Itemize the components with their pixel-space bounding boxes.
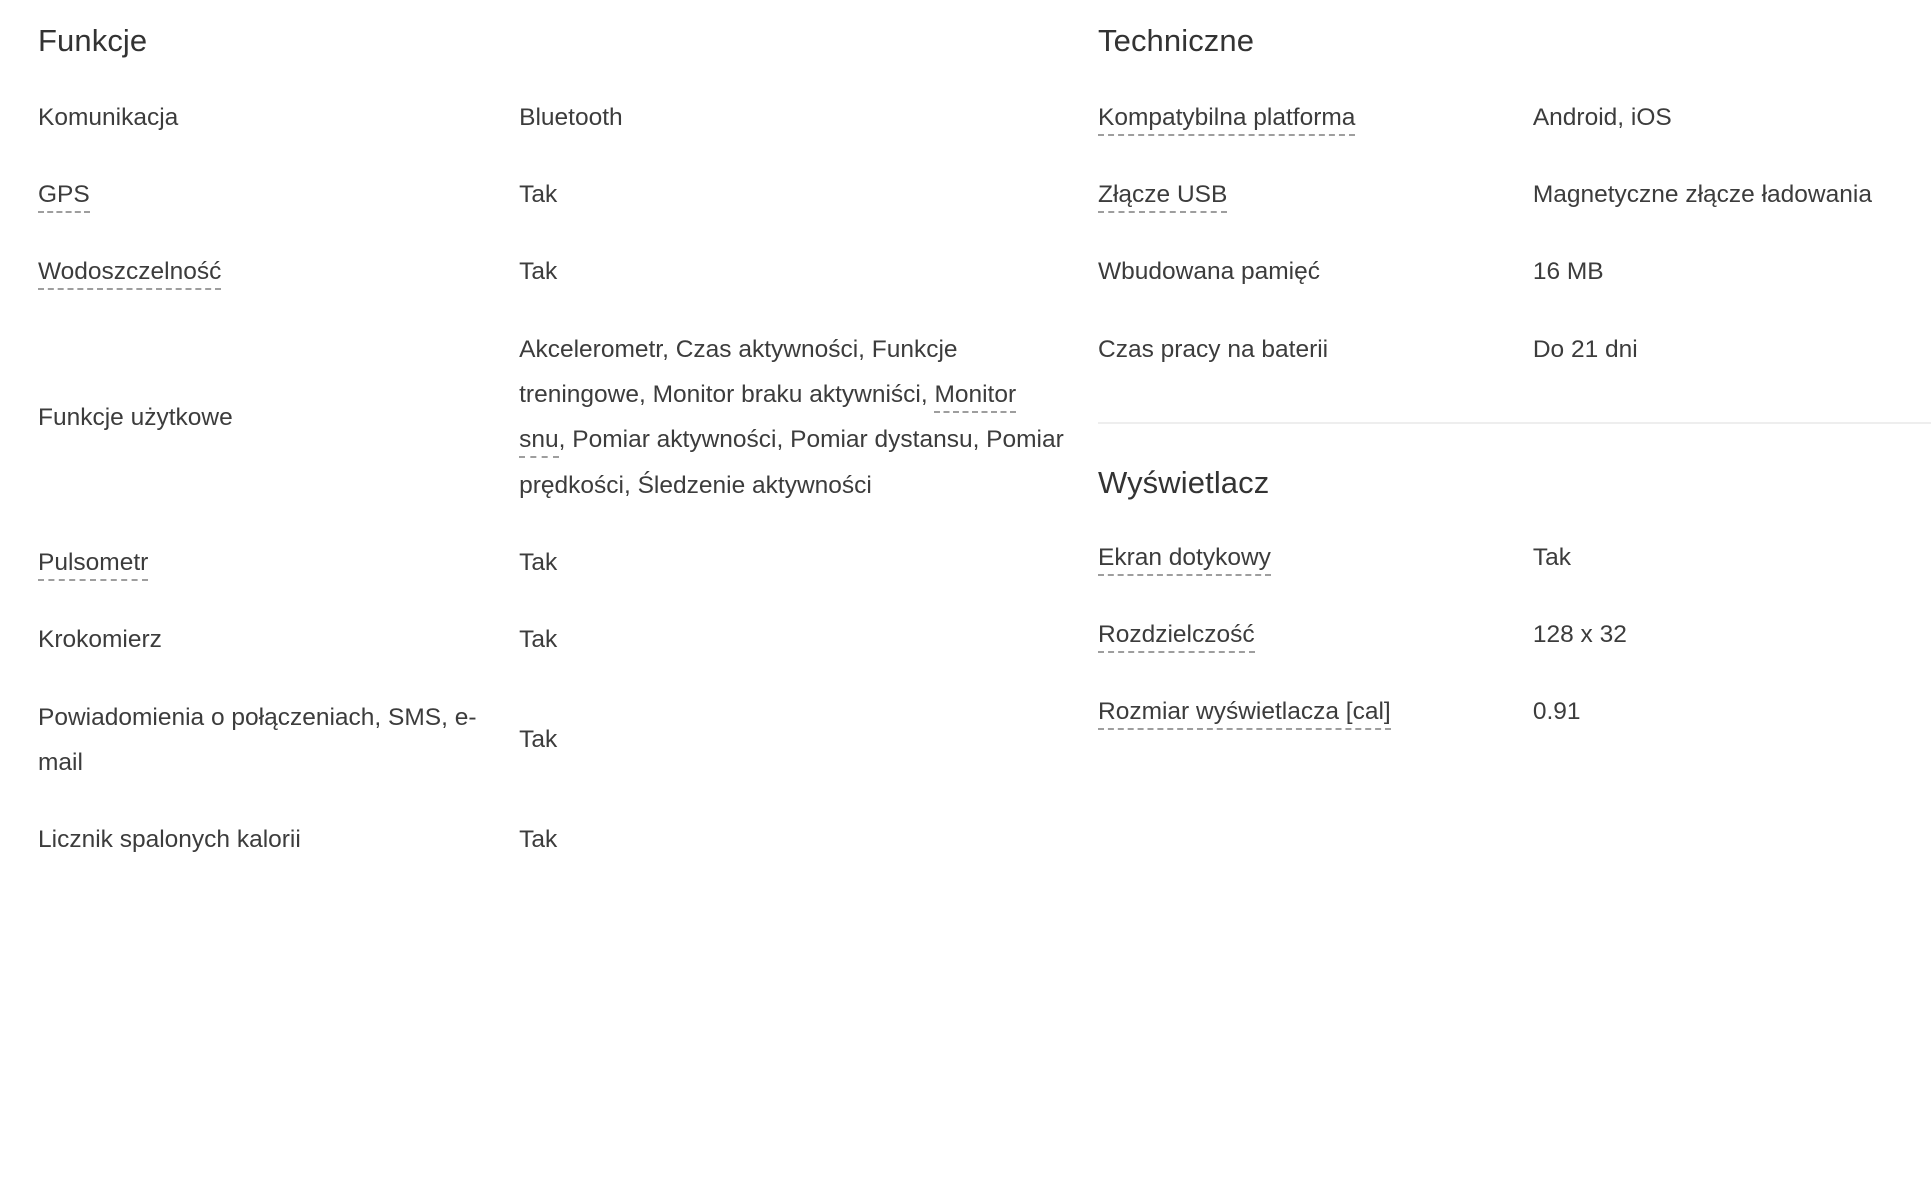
spec-value-cell: Tak — [519, 524, 1068, 601]
spec-value-wodoszczelnosc: Tak — [519, 258, 558, 286]
table-row: Powiadomienia o połączeniach, SMS, e-mai… — [38, 679, 1068, 802]
spec-label-cell: Kompatybilna platforma — [1098, 91, 1533, 156]
spec-value-cell: 0.91 — [1533, 673, 1931, 750]
section-divider — [1098, 422, 1931, 424]
spec-label-zlacze-usb[interactable]: Złącze USB — [1098, 181, 1228, 214]
spec-value-funkcje-uzytkowe: Akcelerometr, Czas aktywności, Funkcje t… — [519, 327, 1068, 508]
spec-label-ekran-dotykowy[interactable]: Ekran dotykowy — [1098, 543, 1271, 576]
specifications-container: Funkcje Komunikacja Bluetooth GPS Tak Wo… — [0, 0, 1931, 879]
spec-label-krokomierz: Krokomierz — [38, 626, 162, 654]
features-spec-body: Komunikacja Bluetooth GPS Tak Wodoszczel… — [38, 91, 1068, 879]
spec-value-kompatybilna-platforma: Android, iOS — [1532, 103, 1672, 131]
table-row: Ekran dotykowy Tak — [1098, 531, 1931, 596]
spec-label-pulsometr[interactable]: Pulsometr — [38, 548, 149, 581]
spec-label-cell: Komunikacja — [38, 91, 519, 156]
spec-value-cell: Android, iOS — [1533, 91, 1931, 156]
table-row: Komunikacja Bluetooth — [38, 91, 1068, 156]
spec-label-cell: Złącze USB — [1098, 156, 1533, 233]
spec-label-gps[interactable]: GPS — [38, 181, 90, 214]
table-row: Wodoszczelność Tak — [38, 233, 1068, 310]
spec-label-cell: Funkcje użytkowe — [38, 311, 519, 524]
spec-value-cell: Tak — [519, 601, 1068, 678]
spec-value-komunikacja: Bluetooth — [519, 103, 623, 131]
spec-label-czas-pracy-baterii: Czas pracy na baterii — [1098, 335, 1329, 363]
spec-label-cell: Pulsometr — [38, 524, 519, 601]
spec-value-rozdzielczosc: 128 x 32 — [1532, 621, 1627, 649]
spec-value-powiadomienia: Tak — [519, 726, 558, 754]
spec-value-cell: Do 21 dni — [1533, 311, 1931, 388]
spec-value-cell: Bluetooth — [519, 91, 1068, 156]
spec-value-part-1: Akcelerometr, Czas aktywności, Funkcje t… — [519, 335, 958, 408]
spec-value-pulsometr: Tak — [519, 548, 558, 576]
spec-label-rozdzielczosc[interactable]: Rozdzielczość — [1098, 621, 1255, 654]
technical-spec-body: Kompatybilna platforma Android, iOS Złąc… — [1098, 91, 1931, 388]
spec-value-cell: Magnetyczne złącze ładowania — [1533, 156, 1931, 233]
table-row: Czas pracy na baterii Do 21 dni — [1098, 311, 1931, 388]
table-row: Wbudowana pamięć 16 MB — [1098, 233, 1931, 310]
section-heading-display: Wyświetlacz — [1098, 465, 1270, 500]
spec-value-cell: Tak — [519, 801, 1068, 878]
table-row: Kompatybilna platforma Android, iOS — [1098, 91, 1931, 156]
spec-label-cell: Czas pracy na baterii — [1098, 311, 1533, 388]
spec-label-cell: Ekran dotykowy — [1098, 531, 1533, 596]
spec-label-kompatybilna-platforma[interactable]: Kompatybilna platforma — [1098, 103, 1356, 136]
technical-spec-table: Kompatybilna platforma Android, iOS Złąc… — [1098, 91, 1931, 388]
spec-value-gps: Tak — [519, 181, 558, 209]
table-row: Pulsometr Tak — [38, 524, 1068, 601]
spec-value-cell: Tak — [519, 679, 1068, 802]
table-row: GPS Tak — [38, 156, 1068, 233]
spec-label-cell: Licznik spalonych kalorii — [38, 801, 519, 878]
spec-label-cell: Wbudowana pamięć — [1098, 233, 1533, 310]
spec-value-czas-pracy-baterii: Do 21 dni — [1532, 335, 1638, 363]
spec-label-powiadomienia: Powiadomienia o połączeniach, SMS, e-mai… — [38, 703, 477, 776]
table-row: Złącze USB Magnetyczne złącze ładowania — [1098, 156, 1931, 233]
spec-value-licznik-kalorii: Tak — [519, 826, 558, 854]
table-row: Rozmiar wyświetlacza [cal] 0.91 — [1098, 673, 1931, 750]
spec-label-cell: Powiadomienia o połączeniach, SMS, e-mai… — [38, 679, 519, 802]
spec-label-cell: Rozmiar wyświetlacza [cal] — [1098, 673, 1533, 750]
spec-value-cell: Tak — [519, 156, 1068, 233]
table-row: Rozdzielczość 128 x 32 — [1098, 596, 1931, 673]
table-row: Krokomierz Tak — [38, 601, 1068, 678]
spec-value-part-3: , Pomiar aktywności, Pomiar dystansu, Po… — [519, 426, 1064, 499]
display-spec-body: Ekran dotykowy Tak Rozdzielczość 128 x 3… — [1098, 531, 1931, 751]
spec-label-funkcje-uzytkowe: Funkcje użytkowe — [38, 403, 233, 431]
table-row: Funkcje użytkowe Akcelerometr, Czas akty… — [38, 311, 1068, 524]
spec-value-zlacze-usb: Magnetyczne złącze ładowania — [1532, 181, 1872, 209]
spec-label-rozmiar-wyswietlacza[interactable]: Rozmiar wyświetlacza [cal] — [1098, 698, 1391, 731]
spec-value-cell: 16 MB — [1533, 233, 1931, 310]
section-heading-technical: Techniczne — [1098, 23, 1255, 58]
display-spec-table: Ekran dotykowy Tak Rozdzielczość 128 x 3… — [1098, 531, 1931, 751]
spec-value-rozmiar-wyswietlacza: 0.91 — [1532, 698, 1581, 726]
spec-label-licznik-kalorii: Licznik spalonych kalorii — [38, 826, 301, 854]
spec-label-wbudowana-pamiec: Wbudowana pamięć — [1098, 258, 1320, 286]
spec-label-cell: GPS — [38, 156, 519, 233]
spec-label-cell: Wodoszczelność — [38, 233, 519, 310]
spec-value-cell: Akcelerometr, Czas aktywności, Funkcje t… — [519, 311, 1068, 524]
spec-value-wbudowana-pamiec: 16 MB — [1532, 258, 1604, 286]
features-spec-table: Komunikacja Bluetooth GPS Tak Wodoszczel… — [38, 91, 1068, 879]
technical-display-column: Techniczne Kompatybilna platforma Androi… — [1068, 0, 1931, 879]
spec-value-cell: Tak — [1533, 531, 1931, 596]
table-row: Licznik spalonych kalorii Tak — [38, 801, 1068, 878]
spec-value-cell: 128 x 32 — [1533, 596, 1931, 673]
spec-label-cell: Krokomierz — [38, 601, 519, 678]
spec-value-cell: Tak — [519, 233, 1068, 310]
spec-value-krokomierz: Tak — [519, 626, 558, 654]
features-column: Funkcje Komunikacja Bluetooth GPS Tak Wo… — [0, 0, 1068, 879]
spec-value-ekran-dotykowy: Tak — [1532, 543, 1571, 571]
section-heading-features: Funkcje — [38, 23, 148, 58]
spec-label-wodoszczelnosc[interactable]: Wodoszczelność — [38, 258, 222, 291]
spec-label-komunikacja: Komunikacja — [38, 103, 179, 131]
spec-label-cell: Rozdzielczość — [1098, 596, 1533, 673]
